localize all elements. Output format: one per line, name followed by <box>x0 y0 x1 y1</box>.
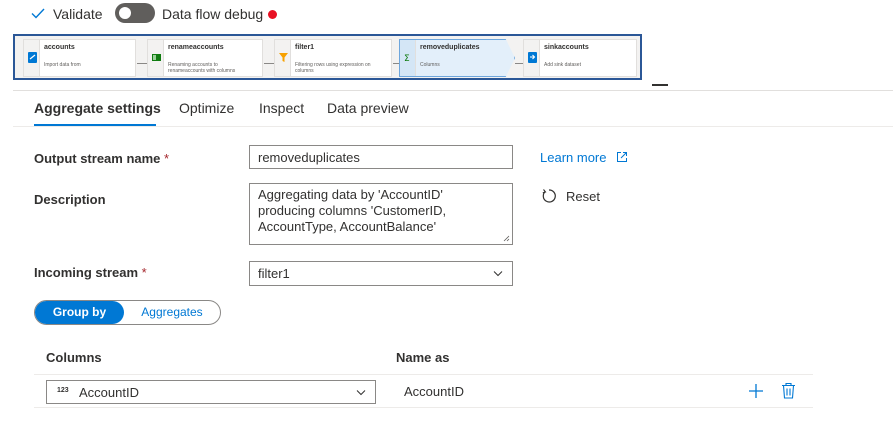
node-subtitle: Renaming accounts to renameaccounts with… <box>168 62 236 74</box>
sink-icon <box>528 52 537 63</box>
toolbar: Validate Data flow debug <box>0 0 893 30</box>
flow-node-removeduplicates[interactable]: Σ removeduplicates Columns <box>399 39 515 77</box>
node-subtitle: Columns <box>420 62 440 68</box>
aggregate-icon: Σ <box>404 54 410 63</box>
external-link-icon[interactable] <box>616 151 628 163</box>
select-icon <box>152 54 161 61</box>
node-title: removeduplicates <box>420 44 480 51</box>
debug-status-dot <box>268 10 277 19</box>
canvas-scroll-handle[interactable] <box>652 84 668 86</box>
table-header-divider <box>34 374 813 375</box>
incoming-stream-label: Incoming stream * <box>34 265 147 280</box>
reset-icon[interactable] <box>541 188 557 204</box>
integer-type-icon: 123 <box>57 387 69 394</box>
incoming-stream-value: filter1 <box>258 266 290 281</box>
divider <box>13 90 893 91</box>
output-stream-label: Output stream name * <box>34 151 170 166</box>
node-title: accounts <box>44 44 75 51</box>
column-select[interactable]: 123 AccountID <box>46 380 376 404</box>
name-as-header: Name as <box>396 350 450 365</box>
incoming-stream-select[interactable]: filter1 <box>249 261 513 286</box>
tabs-divider <box>13 126 893 127</box>
trash-icon[interactable] <box>781 382 796 399</box>
column-value: AccountID <box>79 385 139 400</box>
learn-more-link[interactable]: Learn more <box>540 150 606 165</box>
source-icon <box>28 52 37 63</box>
tab-aggregate-settings[interactable]: Aggregate settings <box>34 100 161 116</box>
node-subtitle: Filtering rows using expression on colum… <box>295 62 371 74</box>
tab-data-preview[interactable]: Data preview <box>327 100 409 116</box>
reset-button[interactable]: Reset <box>566 189 600 204</box>
required-mark: * <box>164 151 170 166</box>
flow-node-renameaccounts[interactable]: renameaccounts Renaming accounts to rena… <box>147 39 263 77</box>
node-subtitle: Add sink dataset <box>544 62 581 68</box>
name-as-value[interactable]: AccountID <box>404 384 464 399</box>
group-by-button[interactable]: Group by <box>35 301 124 324</box>
node-title: filter1 <box>295 44 315 51</box>
node-title: sinkaccounts <box>544 44 589 51</box>
add-icon[interactable] <box>748 383 764 399</box>
filter-icon <box>279 53 288 62</box>
group-aggregate-switch: Group by Aggregates <box>34 300 221 325</box>
chevron-down-icon <box>493 271 503 277</box>
node-title: renameaccounts <box>168 44 224 51</box>
flow-node-sinkaccounts[interactable]: sinkaccounts Add sink dataset <box>523 39 637 77</box>
description-label: Description <box>34 192 106 207</box>
table-row-divider <box>34 407 813 408</box>
node-subtitle: Import data from <box>44 62 81 68</box>
description-line: AccountType, AccountBalance' <box>258 219 437 234</box>
columns-header: Columns <box>46 350 102 365</box>
flow-node-filter1[interactable]: filter1 Filtering rows using expression … <box>274 39 392 77</box>
svg-text:Σ: Σ <box>404 54 410 63</box>
chevron-down-icon <box>356 390 366 396</box>
flow-canvas[interactable]: accounts Import data from renameaccounts… <box>13 34 642 80</box>
aggregates-button[interactable]: Aggregates <box>124 301 220 324</box>
description-textarea[interactable]: Aggregating data by 'AccountID' producin… <box>249 183 513 245</box>
resize-handle-icon[interactable] <box>503 235 510 242</box>
tab-optimize[interactable]: Optimize <box>179 100 234 116</box>
description-line: producing columns 'CustomerID, <box>258 203 447 218</box>
validate-button[interactable]: Validate <box>53 6 103 22</box>
required-mark: * <box>141 265 147 280</box>
debug-label: Data flow debug <box>162 6 264 22</box>
flow-node-accounts[interactable]: accounts Import data from <box>23 39 136 77</box>
tab-inspect[interactable]: Inspect <box>259 100 304 116</box>
description-line: Aggregating data by 'AccountID' <box>258 187 443 202</box>
checkmark-icon[interactable] <box>30 5 46 21</box>
output-stream-input[interactable]: removeduplicates <box>249 145 513 169</box>
debug-toggle[interactable] <box>115 3 155 23</box>
